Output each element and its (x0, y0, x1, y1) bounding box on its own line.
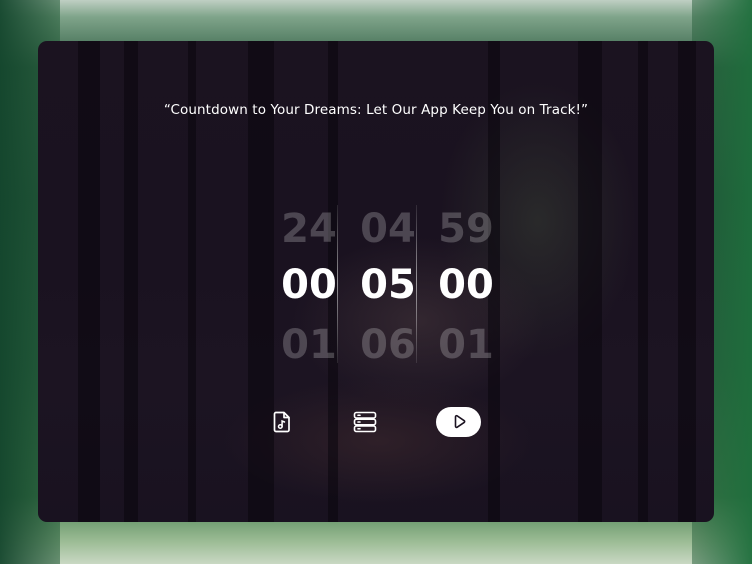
seconds-column[interactable]: 59 00 01 (427, 201, 505, 368)
list-button[interactable] (352, 407, 378, 437)
seconds-next: 01 (438, 322, 494, 368)
timer-divider (337, 205, 338, 363)
countdown-timer: 24 00 01 04 05 06 59 00 01 (270, 201, 506, 368)
play-button[interactable] (436, 407, 481, 437)
play-icon (454, 414, 465, 429)
timer-card: “Countdown to Your Dreams: Let Our App K… (38, 41, 714, 522)
list-stack-icon (353, 411, 377, 433)
motivational-quote: “Countdown to Your Dreams: Let Our App K… (163, 102, 589, 118)
seconds-previous: 59 (438, 206, 494, 252)
timer-divider (416, 205, 417, 363)
music-file-icon (273, 411, 290, 433)
control-bar (38, 407, 714, 437)
seconds-current: 00 (438, 262, 494, 308)
music-button[interactable] (270, 407, 294, 437)
